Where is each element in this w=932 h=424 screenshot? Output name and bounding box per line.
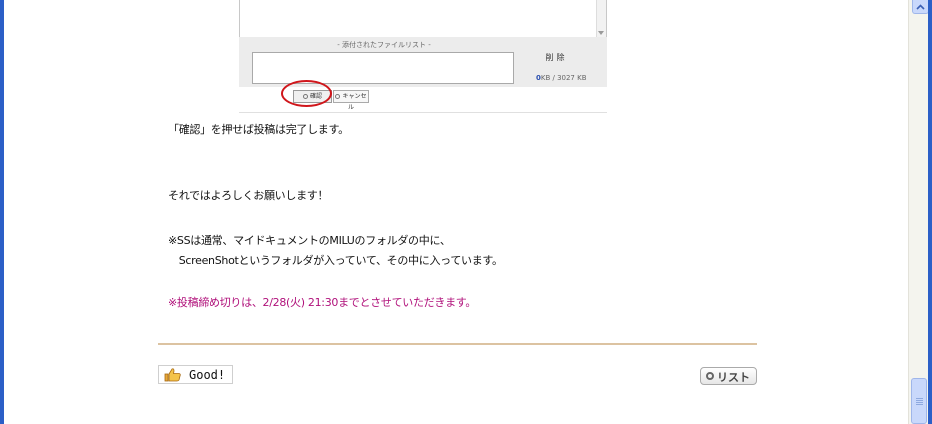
- cancel-button: キャンセル: [333, 90, 369, 111]
- form-button-row: 確認 キャンセル: [239, 80, 607, 113]
- attachment-area: - 添付されたファイルリスト - 削除 0KB / 3027 KB: [239, 37, 607, 87]
- grip-line: [916, 398, 923, 399]
- window-frame-left: [0, 0, 4, 424]
- textarea-scrollbar: [596, 0, 606, 37]
- good-label: Good!: [189, 368, 226, 382]
- size-total: KB / 3027 KB: [540, 74, 587, 82]
- article-text-thanks: それではよろしくお願いします！: [168, 189, 329, 202]
- cancel-label: キャンセル: [342, 93, 367, 111]
- grip-line: [916, 402, 923, 403]
- window-frame-right: [928, 0, 932, 424]
- attachment-list-box: [252, 52, 514, 84]
- radio-dot-icon: [335, 94, 341, 99]
- article-text-ss-folder: ScreenShotというフォルダが入っていて、その中に入っています。: [168, 254, 503, 267]
- list-button[interactable]: リスト: [700, 367, 757, 385]
- attachment-size: 0KB / 3027 KB: [536, 74, 587, 82]
- scroll-down-arrow-icon: [598, 31, 604, 35]
- chevron-up-icon: [916, 3, 925, 10]
- attachment-list-title: - 添付されたファイルリスト -: [337, 41, 431, 49]
- grip-line: [916, 404, 923, 405]
- grip-line: [916, 400, 923, 401]
- post-form-screenshot: - 添付されたファイルリスト - 削除 0KB / 3027 KB 確認 キャン…: [239, 0, 607, 113]
- delete-button: 削除: [545, 53, 568, 62]
- scroll-thumb[interactable]: [911, 378, 927, 424]
- radio-dot-icon: [302, 94, 308, 99]
- good-button[interactable]: Good!: [158, 365, 233, 384]
- article-text-ss-location: ※SSは通常、マイドキュメントのMILUのフォルダの中に、: [168, 234, 451, 247]
- confirm-button: 確認: [293, 90, 332, 103]
- scroll-up-button[interactable]: [912, 0, 929, 14]
- circle-icon: [706, 372, 714, 380]
- article-text-confirm: 「確認」を押せば投稿は完了します。: [168, 123, 349, 136]
- thumbs-up-icon: [164, 368, 181, 382]
- confirm-label: 確認: [309, 93, 322, 100]
- body-textarea: [239, 0, 607, 38]
- list-label: リスト: [717, 371, 750, 384]
- page-scrollbar[interactable]: [908, 0, 929, 424]
- divider: [158, 343, 757, 345]
- article-text-deadline: ※投稿締め切りは、2/28(火) 21:30までとさせていただきます。: [168, 296, 477, 309]
